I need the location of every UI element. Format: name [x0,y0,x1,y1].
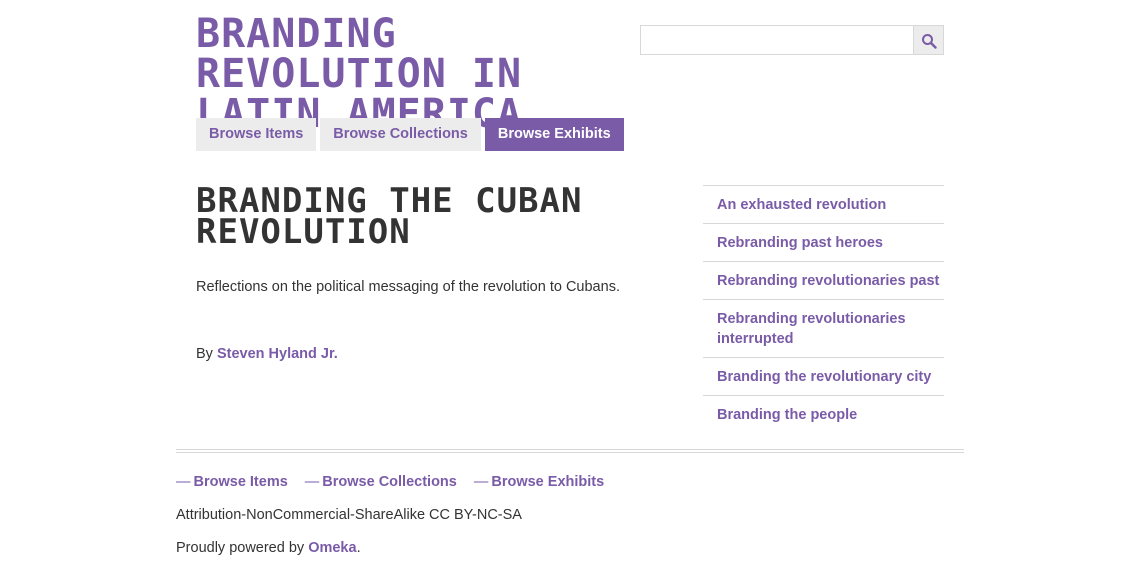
nav-browse-exhibits[interactable]: Browse Exhibits [484,118,624,151]
exhibit-title: Branding the Cuban Revolution [196,181,583,252]
footer-browse-collections[interactable]: Browse Collections [322,474,457,490]
powered-by: Proudly powered by Omeka. [176,540,361,556]
nav-browse-collections[interactable]: Browse Collections [320,118,481,151]
footer-browse-items[interactable]: Browse Items [194,474,288,490]
powered-suffix: . [356,540,361,556]
footer-browse-exhibits[interactable]: Browse Exhibits [491,474,604,490]
toc-item-rebranding-revolutionaries-past[interactable]: Rebranding revolutionaries past [703,261,944,299]
exhibit-description: Reflections on the political messaging o… [196,279,620,295]
search-form [640,25,944,55]
nav-browse-items[interactable]: Browse Items [196,118,317,151]
site-title[interactable]: Branding Revolution in Latin America [196,14,636,134]
exhibit-byline: By Steven Hyland Jr. [196,346,338,362]
main-nav: Browse Items Browse Collections Browse E… [196,118,628,151]
toc-item-rebranding-revolutionaries-interrupted[interactable]: Rebranding revolutionaries interrupted [703,299,944,357]
search-input[interactable] [640,25,914,55]
author-link[interactable]: Steven Hyland Jr. [217,346,338,362]
powered-prefix: Proudly powered by [176,540,309,556]
footer-dash: — [176,474,191,490]
footer-divider [176,449,964,453]
footer-dash: — [473,474,489,490]
footer-dash: — [304,474,320,490]
footer-nav: — Browse Items — Browse Collections — Br… [176,474,621,490]
license-text: Attribution-NonCommercial-ShareAlike CC … [176,507,522,523]
exhibit-page-list: An exhausted revolution Rebranding past … [703,185,944,433]
toc-item-revolutionary-city[interactable]: Branding the revolutionary city [703,357,944,395]
search-icon [922,34,937,49]
toc-item-branding-people[interactable]: Branding the people [703,395,944,433]
toc-item-rebranding-heroes[interactable]: Rebranding past heroes [703,223,944,261]
omeka-link[interactable]: Omeka [308,540,356,556]
byline-label: By [196,346,213,362]
search-button[interactable] [914,25,944,55]
toc-item-exhausted-revolution[interactable]: An exhausted revolution [703,185,944,223]
